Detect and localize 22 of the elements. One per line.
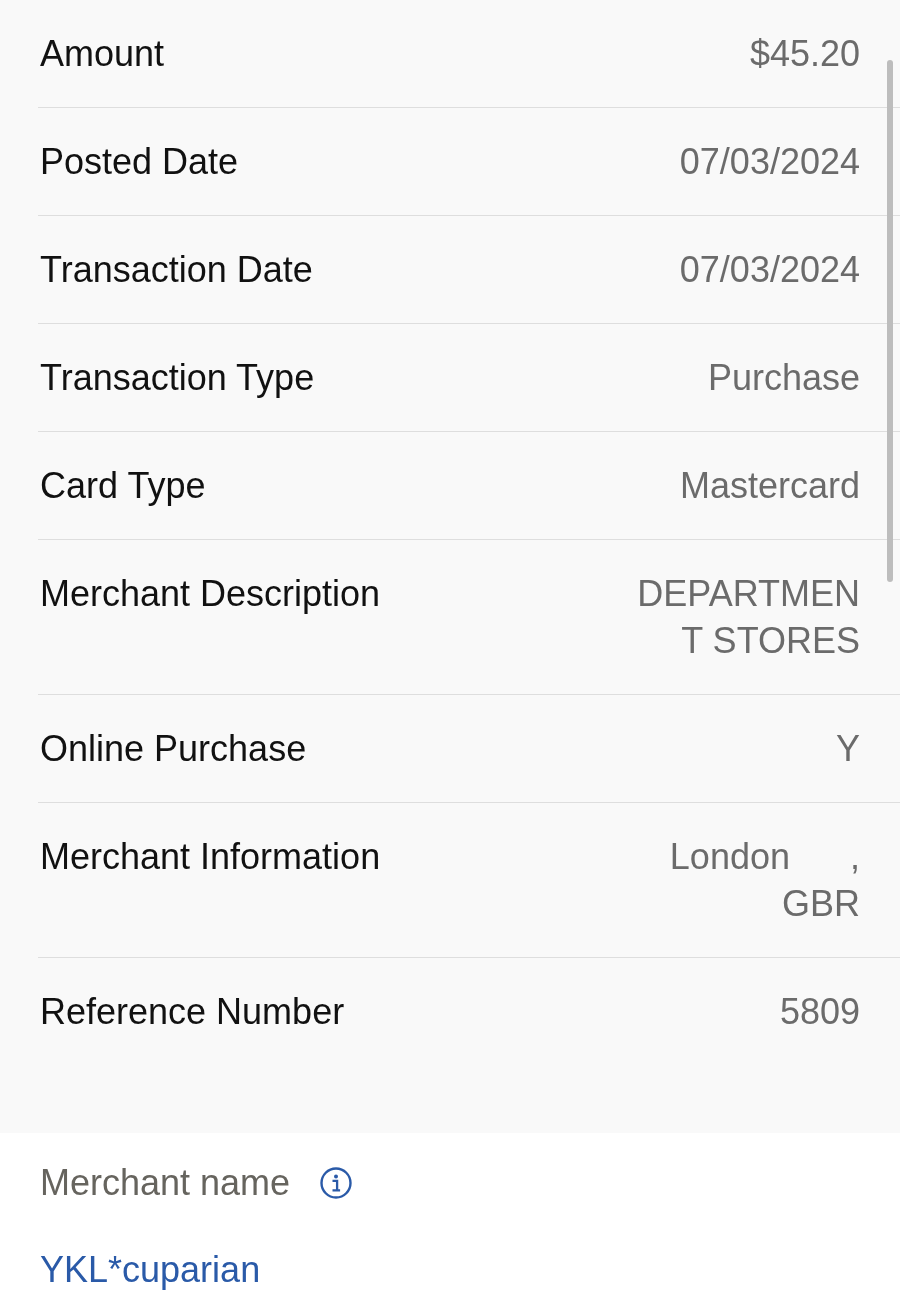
detail-value: Y [836, 727, 860, 771]
merchant-name-label: Merchant name [40, 1161, 291, 1205]
detail-value: Mastercard [679, 464, 860, 508]
detail-label: Merchant Information [40, 835, 381, 879]
detail-label: Amount [40, 32, 165, 76]
detail-value: London , GBR [668, 835, 860, 926]
scrollbar[interactable] [887, 60, 893, 582]
detail-label: Transaction Date [40, 248, 313, 292]
detail-value: 07/03/2024 [679, 248, 860, 292]
detail-label: Online Purchase [40, 727, 307, 771]
info-icon[interactable] [320, 1166, 353, 1199]
detail-value: Purchase [707, 356, 860, 400]
detail-label: Reference Number [40, 990, 345, 1034]
detail-value: 5809 [779, 990, 860, 1034]
detail-value: $45.20 [749, 32, 860, 76]
detail-value: DEPARTMENT STORES [636, 572, 860, 663]
detail-label: Merchant Description [40, 572, 381, 616]
detail-label: Posted Date [40, 140, 239, 184]
detail-value: 07/03/2024 [679, 140, 860, 184]
detail-label: Card Type [40, 464, 206, 508]
merchant-name-link[interactable]: YKL*cuparian [40, 1246, 261, 1293]
detail-label: Transaction Type [40, 356, 315, 400]
